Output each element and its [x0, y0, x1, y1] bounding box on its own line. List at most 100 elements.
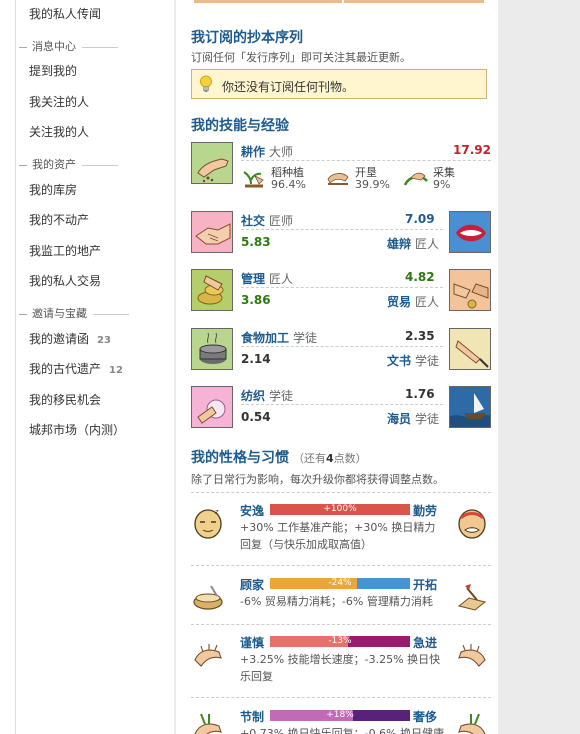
skill-pair-social: 社交 匠师 7.09 5.83 雄辩 匠人 — [191, 211, 491, 255]
sidebar-heading-invites: 邀请与宝藏 — [19, 305, 129, 321]
subscriptions-title: 我订阅的抄本序列 — [191, 30, 303, 46]
trait-balance-bar[interactable]: -24% — [270, 578, 410, 589]
separator — [241, 404, 443, 405]
trait-effect-text: +3.25% 技能增长速度；-3.25% 换日快乐回复 — [240, 653, 441, 683]
sidebar-item-following[interactable]: 我关注的人 — [29, 93, 89, 110]
writing-hand-icon — [449, 328, 491, 370]
skill-name-farming[interactable]: 耕作 大师 — [241, 143, 293, 160]
invitations-count-badge: 23 — [97, 335, 111, 346]
sidebar-item-ancient-heritage[interactable]: 我的古代遗产 12 — [29, 360, 123, 377]
trait-balance-bar[interactable]: +100% — [270, 504, 410, 515]
farming-hand-icon — [191, 142, 233, 184]
traits-title: 我的性格与习惯 （还有4点数） — [191, 450, 367, 466]
trait-effect-text: +0.73% 换日快乐回复；-0.6% 换日健康回 — [240, 727, 445, 734]
coins-icon — [191, 269, 233, 311]
trait-bar-value: +18% — [326, 710, 354, 720]
trait-homebody-pioneer: 顾家 -24% 开拓 -6% 贸易精力消耗；-6% 管理精力消耗 — [191, 574, 491, 618]
trait-bar-value: -24% — [328, 578, 352, 588]
sidebar-item-private-rumors[interactable]: 我的私人传闻 — [29, 5, 101, 22]
lavish-hand-icon — [458, 713, 486, 734]
skill-name-writing[interactable]: 文书 学徒 — [387, 352, 439, 369]
skill-name-eloquence[interactable]: 雄辩 匠人 — [387, 235, 439, 252]
plow-icon — [327, 173, 349, 185]
skill-name-trade[interactable]: 贸易 匠人 — [387, 293, 439, 310]
sidebar-heading-messages: 消息中心 — [19, 38, 118, 54]
sidebar-item-warehouse[interactable]: 我的库房 — [29, 181, 77, 198]
spinning-icon — [191, 386, 233, 428]
trait-right-label: 奢侈 — [413, 710, 438, 724]
trade-hands-icon — [449, 269, 491, 311]
restrained-hand-icon — [194, 713, 222, 734]
trait-left-label: 安逸 — [240, 504, 265, 518]
trait-left-label: 谨慎 — [240, 636, 265, 650]
sidebar-heading-assets: 我的资产 — [19, 156, 118, 172]
trait-moderate-lavish: 节制 +18% 奢侈 +0.73% 换日快乐回复；-0.6% 换日健康回 — [191, 706, 491, 734]
sidebar-item-supervised-land[interactable]: 我监工的地产 — [29, 242, 101, 259]
skill-name-management[interactable]: 管理 匠人 — [241, 270, 293, 287]
lightbulb-icon — [200, 75, 212, 92]
sidebar-item-city-market[interactable]: 城邦市场（内测） — [29, 421, 125, 438]
separator — [191, 565, 491, 566]
skill-name-sailor[interactable]: 海员 学徒 — [387, 410, 439, 427]
skill-value-farming: 17.92 — [453, 143, 491, 157]
main-panel: 我订阅的抄本序列 订阅任何「发行序列」即可关注其最近更新。 你还没有订阅任何刊物… — [176, 0, 498, 734]
sidebar-item-migration[interactable]: 我的移民机会 — [29, 391, 101, 408]
ship-icon — [449, 386, 491, 428]
skill-value-sailor: 0.54 — [241, 410, 271, 424]
sidebar-item-invitations[interactable]: 我的邀请函 23 — [29, 330, 111, 347]
sweaty-face-icon — [458, 509, 486, 539]
sidebar: 我的私人传闻 消息中心 提到我的 我关注的人 关注我的人 我的资产 我的库房 我… — [0, 0, 174, 734]
map-icon — [457, 584, 487, 611]
trait-effect-text: +30% 工作基准产能；+30% 换日精力回复（与快乐加成取高值） — [240, 521, 436, 551]
gather-icon — [403, 172, 428, 186]
trait-balance-bar[interactable]: -13% — [270, 636, 410, 647]
skill-pair-weaving: 纺织 学徒 1.76 0.54 海员 学徒 — [191, 386, 491, 430]
sprout-icon — [243, 171, 264, 188]
skill-farming: 耕作 大师 17.92 稻种植 96.4% 开垦 39.9% 采集 9% — [191, 142, 491, 200]
mouth-icon — [449, 211, 491, 253]
skill-name-weaving[interactable]: 纺织 学徒 — [241, 387, 293, 404]
notice-text: 你还没有订阅任何刊物。 — [222, 80, 355, 94]
traits-description: 除了日常行为影响，每次升级你都将获得调整点数。 — [191, 473, 444, 486]
bowl-icon — [193, 585, 223, 610]
separator — [191, 697, 491, 698]
trait-right-label: 急进 — [413, 636, 438, 650]
skill-name-social[interactable]: 社交 匠师 — [241, 212, 293, 229]
skill-value-weaving: 1.76 — [405, 387, 435, 401]
sidebar-divider — [15, 0, 16, 734]
sidebar-item-mentions[interactable]: 提到我的 — [29, 62, 77, 79]
reaching-hand-icon — [458, 644, 486, 667]
trait-left-label: 顾家 — [240, 578, 265, 592]
skill-value-trade: 3.86 — [241, 293, 271, 307]
no-subscriptions-notice: 你还没有订阅任何刊物。 — [191, 69, 487, 99]
trait-left-label: 节制 — [240, 710, 265, 724]
trait-cautious-aggressive: 谨慎 -13% 急进 +3.25% 技能增长速度；-3.25% 换日快乐回复 — [191, 632, 491, 684]
skill-pair-management: 管理 匠人 4.82 3.86 贸易 匠人 — [191, 269, 491, 313]
heritage-count-badge: 12 — [109, 365, 123, 376]
separator — [191, 624, 491, 625]
trait-right-label: 开拓 — [413, 578, 438, 592]
sidebar-item-followers[interactable]: 关注我的人 — [29, 123, 89, 140]
skill-name-food-processing[interactable]: 食物加工 学徒 — [241, 329, 317, 346]
skill-value-social: 7.09 — [405, 212, 435, 226]
separator — [241, 229, 443, 230]
handshake-icon — [191, 211, 233, 253]
separator — [241, 160, 491, 161]
trait-bar-value: +100% — [323, 504, 357, 514]
separator — [191, 492, 491, 493]
sidebar-item-real-estate[interactable]: 我的不动产 — [29, 211, 89, 228]
skills-title: 我的技能与经验 — [191, 118, 289, 134]
top-tab-edge — [344, 0, 484, 3]
skill-value-food-processing: 2.35 — [405, 329, 435, 343]
trait-effect-text: -6% 贸易精力消耗；-6% 管理精力消耗 — [240, 595, 433, 608]
separator — [241, 346, 443, 347]
cooking-pot-icon — [191, 328, 233, 370]
trait-balance-bar[interactable]: +18% — [270, 710, 410, 721]
sidebar-item-private-trades[interactable]: 我的私人交易 — [29, 272, 101, 289]
page-background — [498, 0, 580, 734]
svg-text:z: z — [215, 508, 219, 516]
skill-value-writing: 2.14 — [241, 352, 271, 366]
trait-leisure-diligence: z 安逸 +100% 勤劳 +30% 工作基准产能；+30% 换日精力回复（与快… — [191, 500, 491, 556]
skill-value-management: 4.82 — [405, 270, 435, 284]
subscriptions-description: 订阅任何「发行序列」即可关注其最近更新。 — [191, 51, 411, 64]
